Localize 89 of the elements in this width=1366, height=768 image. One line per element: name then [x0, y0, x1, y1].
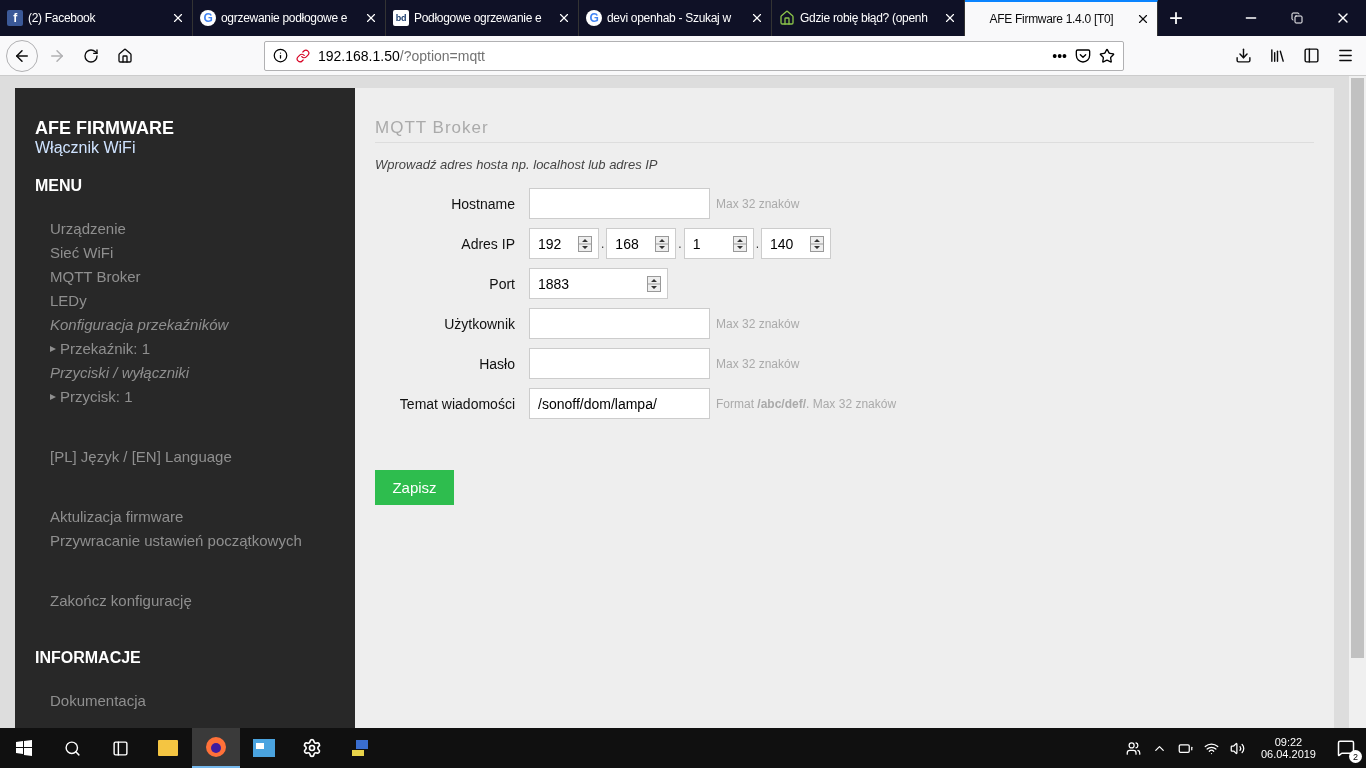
menu-heading: MENU	[35, 177, 84, 195]
field-hint: Max 32 znaków	[716, 316, 800, 331]
spinner-arrows-icon[interactable]	[810, 235, 825, 252]
input-field[interactable]: /sonoff/dom/lampa/	[529, 388, 710, 419]
menu-section-label[interactable]: Konfiguracja przekaźników	[50, 313, 335, 337]
input-field[interactable]	[529, 348, 710, 379]
favicon-icon: G	[586, 10, 602, 26]
restore-icon[interactable]	[1291, 12, 1303, 24]
app-title: AFE FIRMWARE	[35, 118, 175, 139]
favicon-icon: f	[7, 10, 23, 26]
field-label: Port	[488, 275, 516, 292]
address-bar[interactable]: 192.168.1.50/?option=mqtt •••	[264, 40, 1124, 71]
close-icon[interactable]	[364, 11, 378, 25]
home-icon[interactable]	[117, 47, 133, 64]
field-label: Temat wiadomości	[398, 395, 516, 412]
library-icon[interactable]	[1268, 47, 1286, 64]
info-heading: INFORMACJE	[35, 649, 142, 667]
pocket-icon[interactable]	[1075, 47, 1091, 64]
favicon-icon: G	[200, 10, 216, 26]
triangle-icon	[50, 346, 56, 352]
url-text: 192.168.1.50/?option=mqtt	[318, 47, 486, 64]
field-label: Hasło	[478, 355, 516, 372]
ip-separator: .	[678, 236, 682, 251]
house-icon	[779, 10, 795, 26]
menu-link[interactable]: Zakończ konfigurację	[50, 589, 335, 613]
input-field[interactable]	[529, 188, 710, 219]
spinner-arrows-icon[interactable]	[732, 235, 747, 252]
field-hint: Max 32 znaków	[716, 196, 800, 211]
notifications-icon[interactable]	[1337, 739, 1355, 757]
field-hint: Max 32 znaków	[716, 356, 800, 371]
star-icon[interactable]	[1099, 47, 1115, 64]
notification-badge: 2	[1349, 750, 1362, 763]
menu-link[interactable]: Aktulizacja firmware	[50, 505, 335, 529]
number-field[interactable]: 140	[761, 228, 832, 259]
task-view-icon[interactable]	[111, 739, 129, 757]
computer-icon[interactable]	[350, 738, 370, 758]
number-field[interactable]: 168	[606, 228, 677, 259]
info-icon[interactable]	[273, 48, 288, 63]
download-icon[interactable]	[1234, 47, 1252, 64]
close-icon[interactable]	[750, 11, 764, 25]
input-field[interactable]	[529, 308, 710, 339]
triangle-icon	[50, 394, 56, 400]
field-label: Użytkownik	[443, 315, 516, 332]
menu-section-label[interactable]: Przyciski / wyłączniki	[50, 361, 335, 385]
menu-link[interactable]: Sieć WiFi	[50, 241, 335, 265]
close-icon[interactable]	[1136, 12, 1150, 26]
section-title: MQTT Broker	[375, 118, 1314, 143]
menu-link[interactable]: Przycisk: 1	[50, 385, 335, 409]
reload-icon[interactable]	[83, 47, 99, 64]
number-field[interactable]: 192	[529, 228, 599, 259]
menu-icon[interactable]	[1336, 47, 1354, 64]
favicon-icon: bd	[393, 10, 409, 26]
settings-icon[interactable]	[302, 738, 322, 758]
ip-separator: .	[601, 236, 605, 251]
field-label: Hostname	[450, 195, 516, 212]
spinner-arrows-icon[interactable]	[578, 235, 592, 252]
new-tab-button[interactable]: +	[1158, 0, 1194, 36]
app-subtitle: Włącznik WiFi	[35, 139, 137, 157]
browser-taskbar-button[interactable]	[192, 728, 240, 768]
browser-icon[interactable]	[205, 736, 227, 758]
number-field[interactable]: 1883	[529, 268, 668, 299]
close-icon[interactable]	[943, 11, 957, 25]
sidebar-icon[interactable]	[1302, 47, 1320, 64]
menu-link[interactable]: Urządzenie	[50, 217, 335, 241]
menu-link[interactable]: [PL] Język / [EN] Language	[50, 445, 335, 469]
close-icon[interactable]	[557, 11, 571, 25]
menu-link[interactable]: MQTT Broker	[50, 265, 335, 289]
search-icon[interactable]	[63, 739, 81, 757]
number-field[interactable]: 1	[683, 228, 754, 259]
scrollbar[interactable]	[1349, 76, 1366, 728]
spinner-arrows-icon[interactable]	[647, 275, 661, 292]
page-actions-button[interactable]: •••	[1052, 47, 1067, 64]
browser-tab[interactable]: AFE Firmware 1.4.0 [T0]	[965, 0, 1158, 36]
menu-link[interactable]: Dokumentacja	[50, 689, 335, 713]
field-hint: Format /abc/def/. Max 32 znaków	[716, 396, 897, 411]
menu-link[interactable]: LEDy	[50, 289, 335, 313]
volume-icon[interactable]	[1230, 740, 1246, 756]
menu-link[interactable]: Przekaźnik: 1	[50, 337, 335, 361]
wifi-icon[interactable]	[1204, 740, 1220, 756]
close-icon[interactable]	[171, 11, 185, 25]
people-icon[interactable]	[1126, 740, 1142, 756]
field-label: Adres IP	[460, 235, 516, 252]
scrollbar-thumb[interactable]	[1351, 78, 1364, 658]
intro-text: Wprowadź adres hosta np. localhost lub adres IP	[375, 157, 659, 172]
ip-separator: .	[755, 236, 760, 251]
windows-logo-icon[interactable]	[16, 740, 32, 756]
menu-link[interactable]: Przywracanie ustawień początkowych	[50, 529, 335, 553]
spinner-arrows-icon[interactable]	[655, 235, 670, 252]
clock[interactable]: 09:22 06.04.2019	[1250, 736, 1326, 760]
